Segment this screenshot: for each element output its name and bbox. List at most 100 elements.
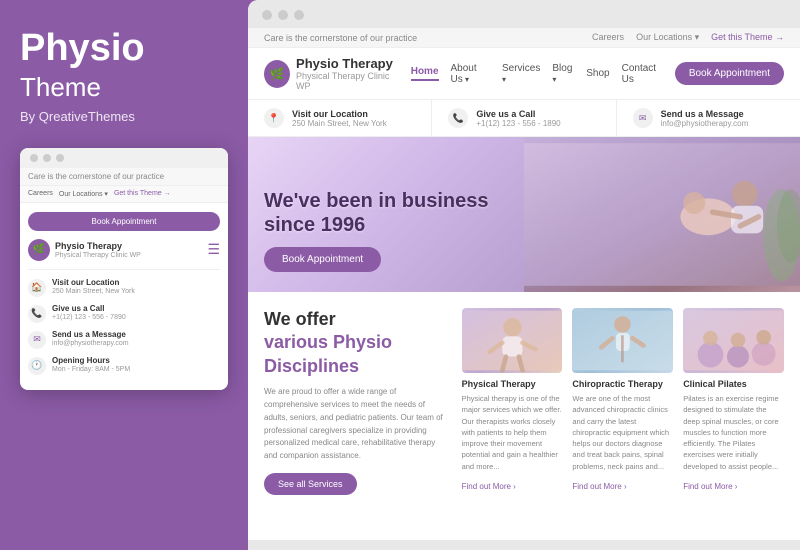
mini-hours-text: Opening Hours Mon - Friday: 8AM - 5PM (52, 356, 130, 373)
mini-logo-icon: 🌿 (28, 239, 50, 261)
site-logo-text-group: Physio Therapy Physical Therapy Clinic W… (296, 56, 399, 91)
chrome-dot-3 (294, 10, 304, 20)
topbar-locations[interactable]: Our Locations ▾ (636, 32, 699, 43)
info-phone-val: +1(12) 123 - 556 - 1890 (476, 119, 560, 128)
card-link-2[interactable]: Find out More (683, 482, 737, 491)
card-link-1[interactable]: Find out More (572, 482, 626, 491)
mini-nav-careers[interactable]: Careers (28, 190, 53, 198)
site-offer-section: We offer various Physio Disciplines We a… (248, 292, 800, 511)
dot-2 (43, 154, 51, 162)
by-line: By QreativeThemes (20, 109, 228, 124)
mini-location-sub: 250 Main Street, New York (52, 288, 135, 295)
card-text-2: Pilates is an exercise regime designed t… (683, 393, 784, 472)
see-services-button[interactable]: See all Services (264, 473, 357, 495)
mini-book-button[interactable]: Book Appointment (28, 212, 220, 231)
info-phone-label: Give us a Call (476, 109, 560, 119)
card-img-chiropractic (572, 308, 673, 373)
chrome-dot-1 (262, 10, 272, 20)
left-panel: Physio Theme By QreativeThemes Care is t… (0, 0, 248, 550)
mini-nav-locations[interactable]: Our Locations ▾ (59, 190, 108, 198)
info-email-text: Send us a Message info@physiotherapy.com (661, 109, 749, 128)
mini-info-hours: 🕐 Opening Hours Mon - Friday: 8AM - 5PM (28, 356, 220, 375)
card-img-pilates (683, 308, 784, 373)
offer-text: We are proud to offer a wide range of co… (264, 386, 446, 463)
nav-about[interactable]: About Us (451, 63, 490, 85)
dot-1 (30, 154, 38, 162)
site-topbar-links: Careers Our Locations ▾ Get this Theme → (592, 32, 784, 43)
site-nav-links: Home About Us Services Blog Shop Contact… (411, 62, 784, 85)
email-icon: ✉ (28, 331, 46, 349)
nav-shop[interactable]: Shop (586, 68, 609, 79)
nav-home[interactable]: Home (411, 66, 439, 81)
site-book-button[interactable]: Book Appointment (675, 62, 784, 85)
site-hero: We've been in business since 1996 Book A… (248, 137, 800, 292)
card-text-0: Physical therapy is one of the major ser… (462, 393, 563, 472)
card-link-0[interactable]: Find out More (462, 482, 516, 491)
mini-logo-sub: Physical Therapy Clinic WP (55, 252, 141, 259)
card-title-1: Chiropractic Therapy (572, 379, 673, 389)
service-cards: Physical Therapy Physical therapy is one… (462, 308, 784, 495)
nav-services[interactable]: Services (502, 63, 540, 85)
info-phone: 📞 Give us a Call +1(12) 123 - 556 - 1890 (432, 100, 616, 136)
offer-title: We offer various Physio Disciplines (264, 308, 446, 378)
info-email: ✉ Send us a Message info@physiotherapy.c… (617, 100, 800, 136)
hamburger-icon[interactable]: ☰ (207, 241, 220, 258)
mini-phone-sub: +1(12) 123 - 556 - 7890 (52, 314, 126, 321)
mini-email-label: Send us a Message (52, 330, 129, 340)
offer-line3: Disciplines (264, 355, 446, 378)
hero-headline: We've been in business since 1996 (264, 189, 488, 237)
card-text-1: We are one of the most advanced chiropra… (572, 393, 673, 472)
hero-text-overlay: We've been in business since 1996 Book A… (264, 189, 488, 272)
hero-image (524, 137, 800, 292)
mini-logo-row: 🌿 Physio Therapy Physical Therapy Clinic… (28, 239, 220, 270)
mini-hours-label: Opening Hours (52, 356, 130, 366)
mini-nav-links: Careers Our Locations ▾ Get this Theme → (28, 190, 171, 198)
offer-left: We offer various Physio Disciplines We a… (264, 308, 462, 495)
mini-phone-text: Give us a Call +1(12) 123 - 556 - 7890 (52, 304, 126, 321)
mini-email-sub: info@physiotherapy.com (52, 340, 129, 347)
right-panel: Care is the cornerstone of our practice … (248, 0, 800, 550)
topbar-theme[interactable]: Get this Theme → (711, 32, 784, 43)
browser-chrome (248, 0, 800, 28)
mini-info-phone: 📞 Give us a Call +1(12) 123 - 556 - 7890 (28, 304, 220, 323)
site-navbar: 🌿 Physio Therapy Physical Therapy Clinic… (248, 48, 800, 100)
nav-blog[interactable]: Blog (552, 63, 574, 85)
info-phone-icon: 📞 (448, 108, 468, 128)
info-location-text: Visit our Location 250 Main Street, New … (292, 109, 387, 128)
logo-title: Physio Theme By QreativeThemes (20, 28, 228, 124)
info-phone-text: Give us a Call +1(12) 123 - 556 - 1890 (476, 109, 560, 128)
mini-location-text: Visit our Location 250 Main Street, New … (52, 278, 135, 295)
chrome-dot-2 (278, 10, 288, 20)
site-topbar-text: Care is the cornerstone of our practice (264, 33, 417, 43)
phone-icon: 📞 (28, 305, 46, 323)
mini-browser: Care is the cornerstone of our practice … (20, 148, 228, 390)
card-title-0: Physical Therapy (462, 379, 563, 389)
dot-3 (56, 154, 64, 162)
hero-line2: since 1996 (264, 213, 488, 237)
mini-nav-theme[interactable]: Get this Theme → (114, 190, 171, 198)
site-logo: 🌿 Physio Therapy Physical Therapy Clinic… (264, 56, 399, 91)
mini-topbar: Care is the cornerstone of our practice (20, 168, 228, 186)
title-bold: Physio (20, 27, 145, 69)
offer-line1: We offer (264, 308, 446, 331)
info-location-label: Visit our Location (292, 109, 387, 119)
physio-title: Physio (20, 28, 228, 70)
topbar-careers[interactable]: Careers (592, 32, 624, 43)
info-location-icon: 📍 (264, 108, 284, 128)
mini-browser-header (20, 148, 228, 168)
location-icon: 🏠 (28, 279, 46, 297)
site-logo-icon: 🌿 (264, 60, 290, 88)
nav-contact[interactable]: Contact Us (622, 63, 663, 85)
info-location-val: 250 Main Street, New York (292, 119, 387, 128)
mini-content: Book Appointment 🌿 Physio Therapy Physic… (20, 203, 228, 390)
mini-phone-label: Give us a Call (52, 304, 126, 314)
mini-logo: 🌿 Physio Therapy Physical Therapy Clinic… (28, 239, 141, 261)
site-logo-name: Physio Therapy (296, 56, 399, 71)
info-email-icon: ✉ (633, 108, 653, 128)
site-logo-sub: Physical Therapy Clinic WP (296, 71, 399, 91)
offer-line2: various Physio (264, 331, 446, 354)
mini-nav: Careers Our Locations ▾ Get this Theme → (20, 186, 228, 203)
mini-logo-text-group: Physio Therapy Physical Therapy Clinic W… (55, 241, 141, 259)
hero-book-button[interactable]: Book Appointment (264, 247, 381, 272)
browser-body: Care is the cornerstone of our practice … (248, 28, 800, 540)
